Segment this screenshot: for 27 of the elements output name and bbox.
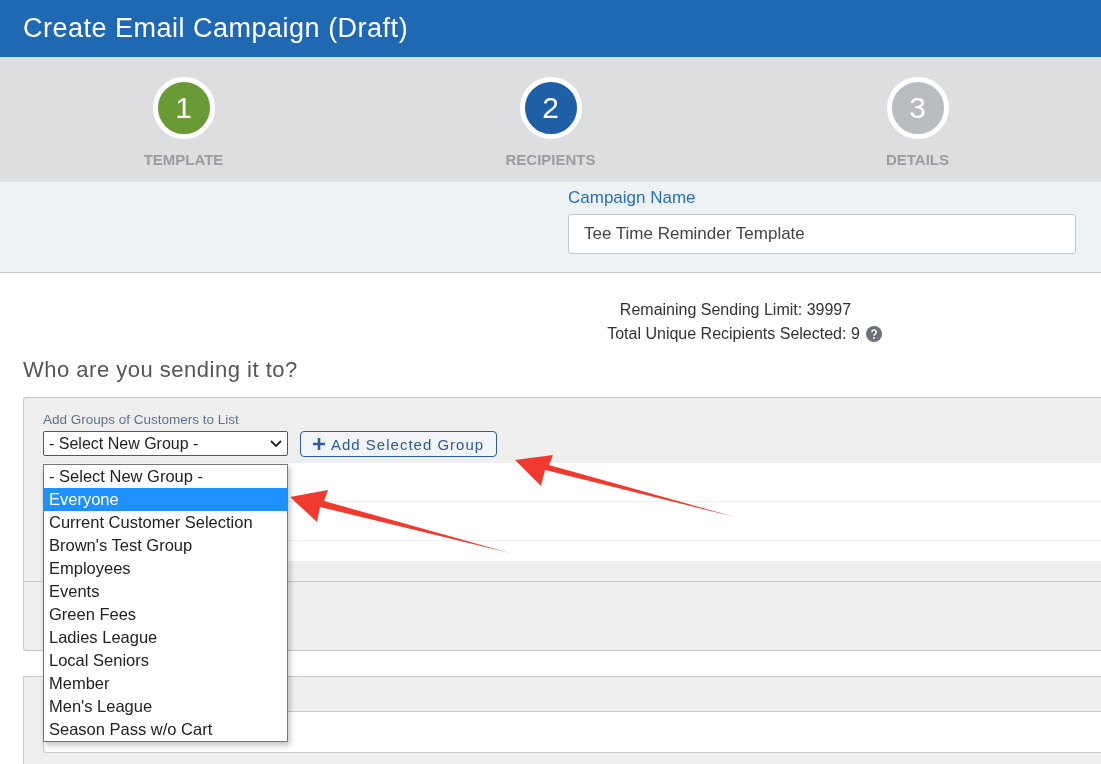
chevron-down-icon	[270, 439, 282, 448]
groups-label: Add Groups of Customers to List	[43, 412, 240, 427]
step-label: DETAILS	[885, 151, 950, 168]
dropdown-option[interactable]: Events	[44, 580, 287, 603]
section-heading: Who are you sending it to?	[23, 357, 299, 383]
dropdown-option[interactable]: Season Pass w/o Cart	[44, 718, 287, 741]
dropdown-option[interactable]: Local Seniors	[44, 649, 287, 672]
dropdown-option[interactable]: Employees	[44, 557, 287, 580]
step-number[interactable]: 2	[519, 77, 582, 139]
dropdown-option[interactable]: Men's League	[44, 695, 287, 718]
field-label: Campaign Name	[568, 188, 697, 208]
step-label: RECIPIENTS	[505, 151, 596, 168]
add-group-button[interactable]: Add Selected Group	[300, 431, 498, 457]
dropdown-option[interactable]: Current Customer Selection	[44, 511, 287, 534]
campaign-name-field[interactable]: Tee Time Reminder Template	[568, 214, 1076, 254]
help-icon[interactable]	[865, 326, 882, 342]
dropdown-option[interactable]: Member	[44, 672, 287, 695]
dropdown-option[interactable]: Ladies League	[44, 626, 287, 649]
sending-limit-text: Remaining Sending Limit: 39997	[619, 301, 852, 319]
dropdown-option[interactable]: Brown's Test Group	[44, 534, 287, 557]
page-title: Create Email Campaign (Draft)	[23, 13, 409, 44]
plus-icon	[313, 438, 325, 450]
dropdown-option[interactable]: Green Fees	[44, 603, 287, 626]
recipients-count-text: Total Unique Recipients Selected: 9	[607, 325, 860, 343]
step-label: TEMPLATE	[143, 151, 224, 168]
group-select[interactable]: - Select New Group -	[43, 431, 288, 456]
dropdown-option[interactable]: - Select New Group -	[44, 465, 287, 488]
